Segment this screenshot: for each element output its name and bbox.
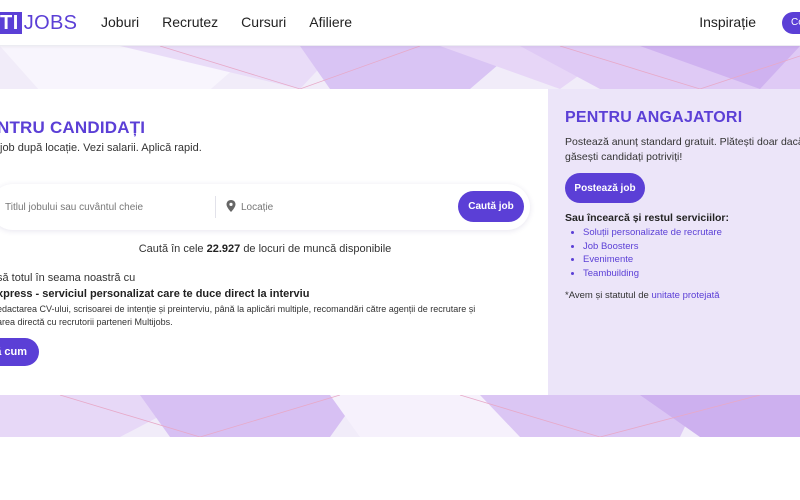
services-heading: Sau încearcă și restul serviciilor:	[565, 212, 730, 224]
protected-unit-link[interactable]: unitate protejată	[651, 290, 719, 301]
employers-card: PENTRU ANGAJATORI Postează anunț standar…	[548, 89, 800, 395]
multijobs-logo[interactable]: TI JOBS	[0, 11, 77, 35]
candidates-title: NTRU CANDIDAȚI	[0, 118, 146, 137]
candidates-subtitle: job după locație. Vezi salarii. Aplică r…	[0, 142, 202, 154]
main-nav: Joburi Recrutez Cursuri Afiliere	[101, 14, 375, 30]
post-job-button[interactable]: Postează job	[565, 173, 645, 203]
top-header: TI JOBS Joburi Recrutez Cursuri Afiliere…	[0, 0, 800, 46]
promo-headline: xpress - serviciul personalizat care te …	[0, 288, 310, 300]
note-prefix: *Avem și statutul de	[565, 290, 649, 301]
employers-title: PENTRU ANGAJATORI	[565, 109, 743, 126]
search-job-button[interactable]: Caută job	[458, 191, 524, 222]
nav-inspiratie[interactable]: Inspirație	[699, 14, 756, 30]
jobs-count: Caută în cele 22.927 de locuri de muncă …	[0, 243, 530, 255]
nav-joburi[interactable]: Joburi	[101, 14, 139, 30]
candidates-card: NTRU CANDIDAȚI job după locație. Vezi sa…	[0, 89, 548, 395]
promo-description: edactarea CV-ului, scrisoarei de intenți…	[0, 303, 517, 329]
location-pin-icon	[226, 200, 236, 212]
services-list: Soluții personalizate de recrutare Job B…	[583, 226, 722, 280]
promo-line-1: edactarea CV-ului, scrisoarei de intenți…	[0, 304, 476, 314]
service-teambuilding[interactable]: Teambuilding	[583, 267, 722, 281]
protected-unit-note: *Avem și statutul de unitate protejată	[565, 290, 720, 301]
nav-cursuri[interactable]: Cursuri	[241, 14, 286, 30]
promo-see-how-button[interactable]: ă cum	[0, 338, 39, 366]
keyword-input[interactable]	[5, 200, 195, 214]
job-search-bar: Caută job	[0, 184, 530, 230]
nav-recrutez[interactable]: Recrutez	[162, 14, 218, 30]
service-events[interactable]: Evenimente	[583, 253, 722, 267]
header-cta-button[interactable]: Co	[782, 12, 800, 34]
logo-mark: TI	[0, 12, 22, 34]
location-input[interactable]	[241, 200, 421, 214]
promo-lead: să totul în seama noastră cu	[0, 272, 136, 284]
count-value: 22.927	[206, 243, 241, 255]
count-suffix: de locuri de muncă disponibile	[243, 243, 392, 255]
count-prefix: Caută în cele	[138, 243, 204, 255]
employers-subtitle: Postează anunț standard gratuit. Plăteșt…	[565, 136, 800, 163]
promo-line-2: area directă cu recrutorii parteneri Mul…	[0, 317, 173, 327]
nav-afiliere[interactable]: Afiliere	[309, 14, 352, 30]
service-recruitment-solutions[interactable]: Soluții personalizate de recrutare	[583, 226, 722, 240]
logo-text: JOBS	[23, 11, 78, 34]
search-divider	[215, 196, 216, 218]
service-job-boosters[interactable]: Job Boosters	[583, 240, 722, 254]
